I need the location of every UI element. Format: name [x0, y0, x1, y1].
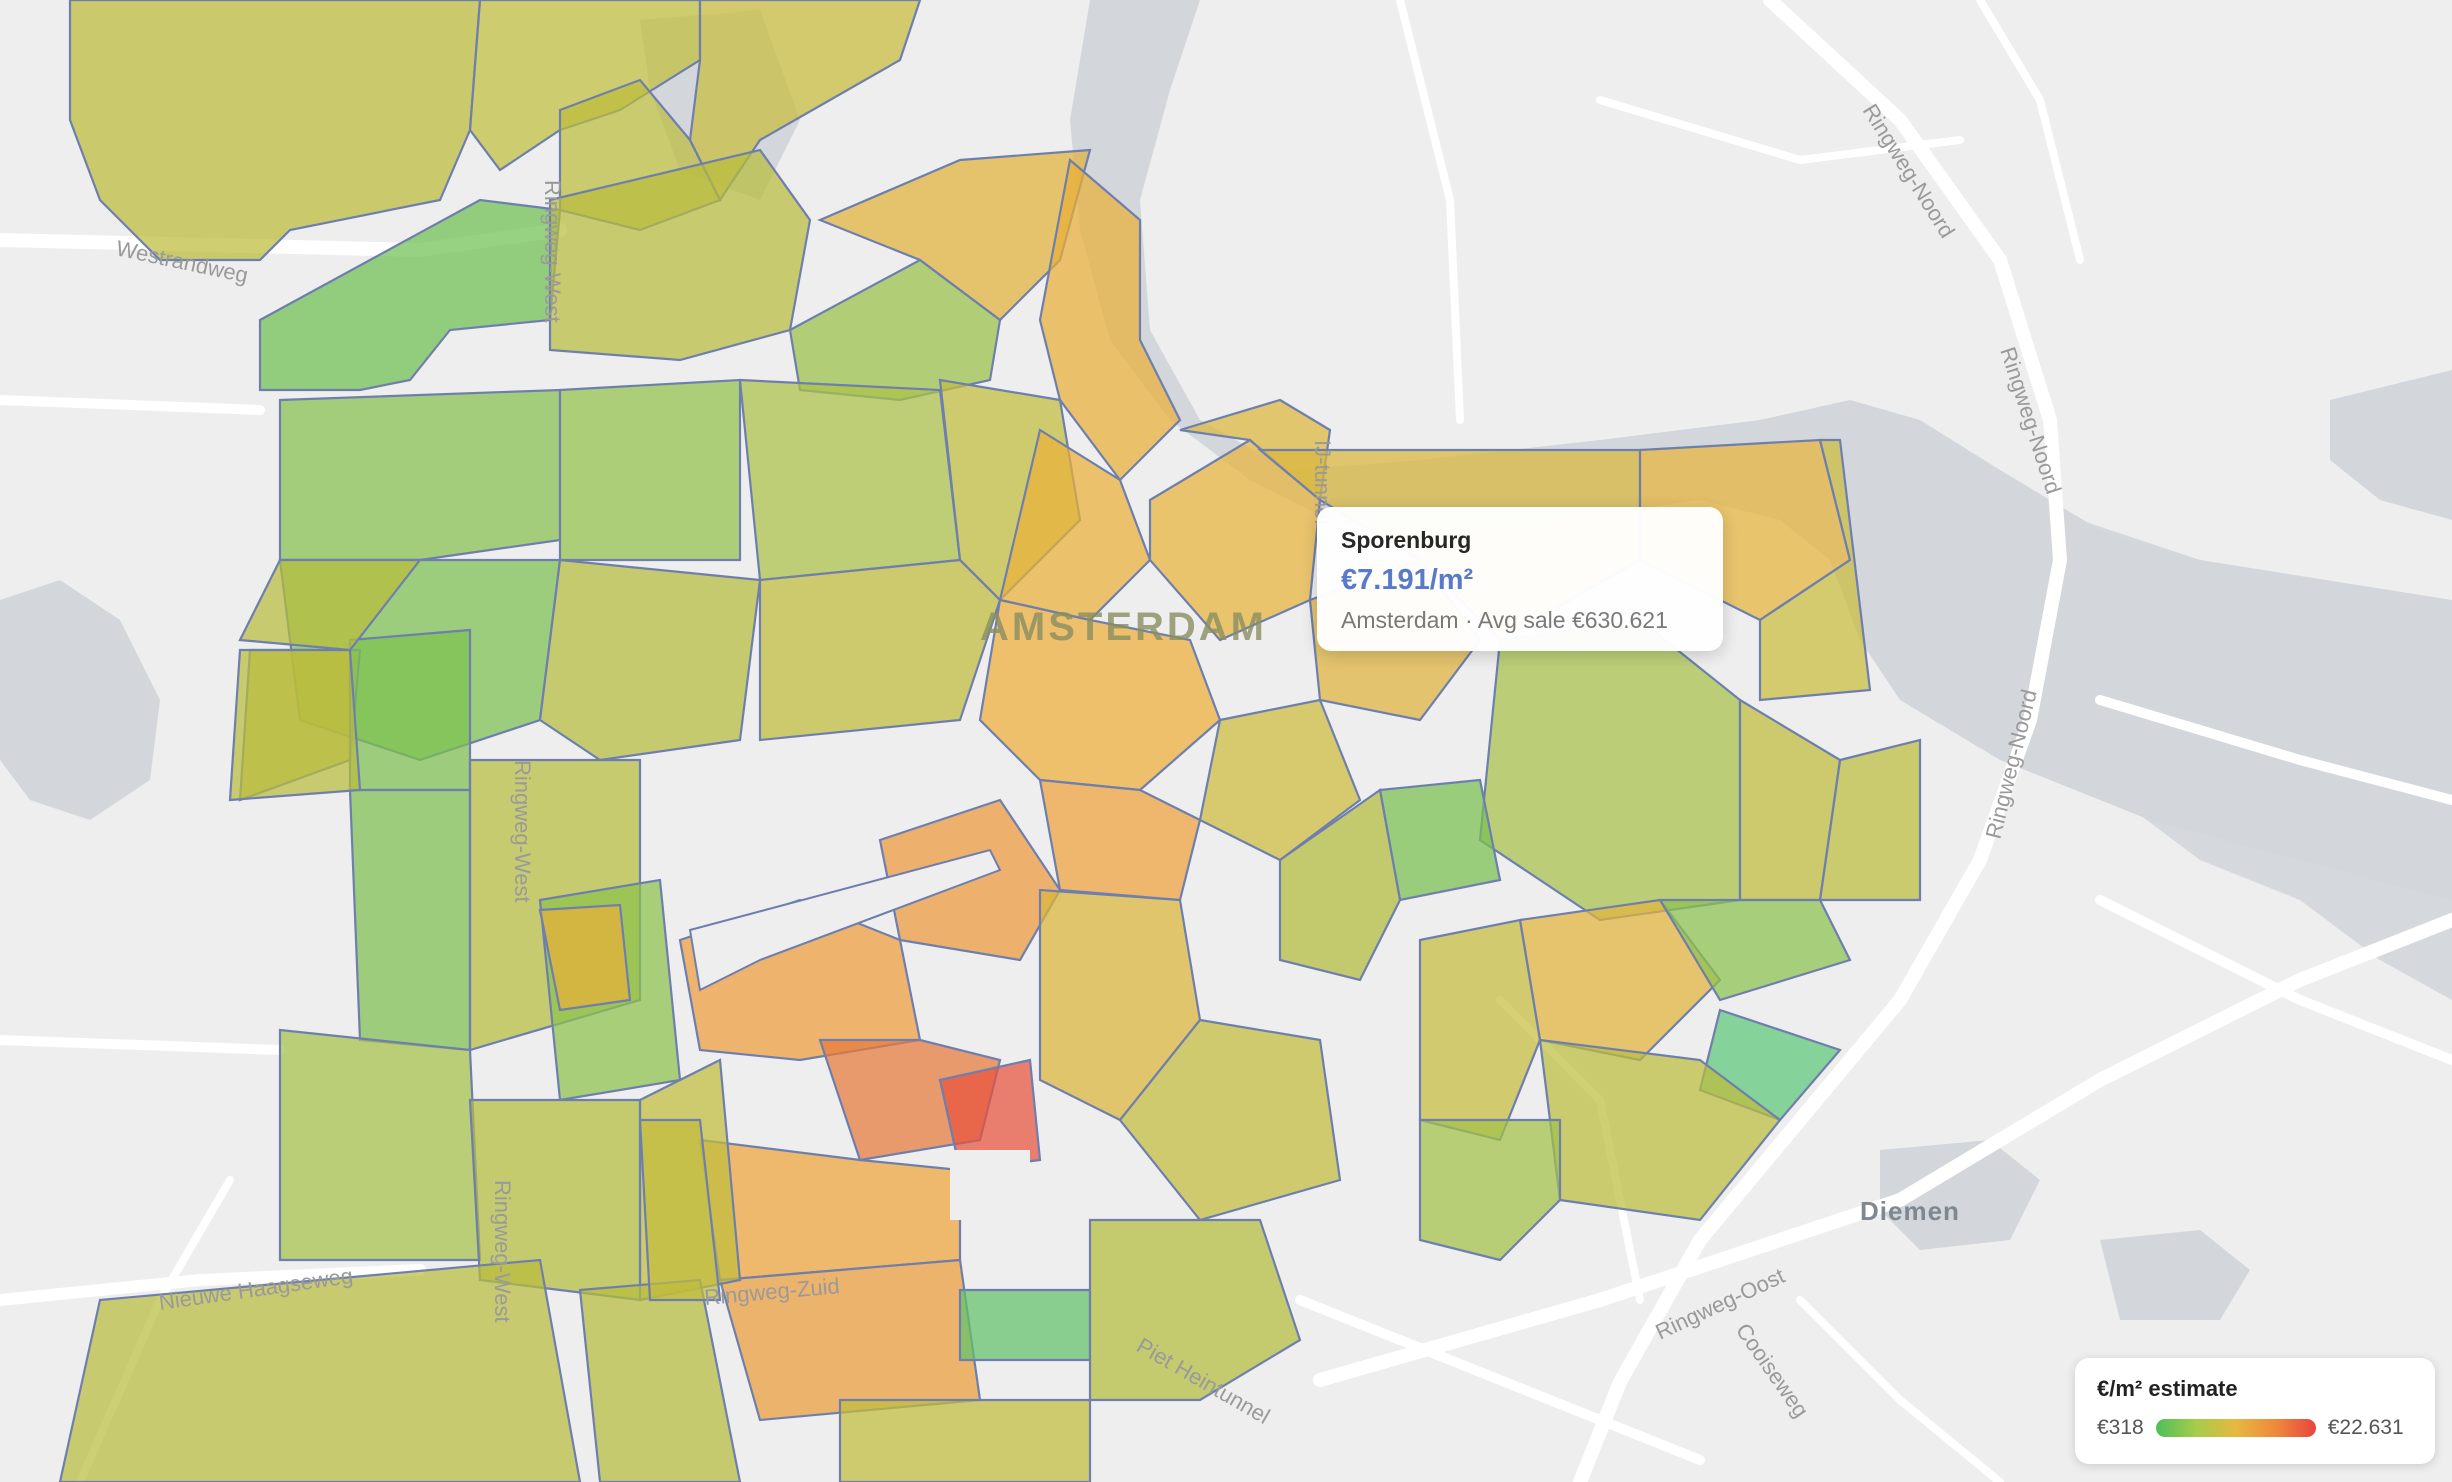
- hood-slotervaart[interactable]: [538, 558, 762, 762]
- hood-osdorp-zuid[interactable]: [278, 1028, 482, 1262]
- map-view[interactable]: AMSTERDAM Diemen Westrandweg Ringweg-Wes…: [0, 0, 2452, 1482]
- legend-title: €/m² estimate: [2097, 1376, 2238, 1401]
- town-label-diemen: Diemen: [1860, 1196, 1960, 1226]
- map-legend: €/m² estimate €318 €22.631: [2075, 1358, 2435, 1464]
- road-label-ringweg-west-north: Ringweg-West: [540, 180, 565, 323]
- hood-de-baarsjes[interactable]: [558, 378, 742, 562]
- legend-min-label: €318: [2097, 1416, 2144, 1439]
- legend-max-label: €22.631: [2327, 1416, 2404, 1439]
- legend-scale: €318 €22.631: [2097, 1416, 2413, 1440]
- neighborhood-tooltip: Sporenburg €7.191/m² Amsterdam · Avg sal…: [1317, 507, 1723, 651]
- tooltip-detail: Amsterdam · Avg sale €630.621: [1341, 607, 1668, 633]
- city-label: AMSTERDAM: [980, 605, 1267, 649]
- road-label-ringweg-west-south: Ringweg-West: [490, 1180, 515, 1323]
- hood-bos-en-lommer[interactable]: [278, 388, 562, 562]
- tooltip-price-per-m2: €7.191/m²: [1341, 564, 1474, 596]
- hood-oud-west[interactable]: [738, 378, 962, 582]
- road-label-ringweg-west: Ringweg-West: [510, 760, 535, 903]
- hood-osdorp[interactable]: [348, 788, 472, 1052]
- hood-buitenveldert-zuid[interactable]: [838, 1398, 1092, 1482]
- hood-sloterplas[interactable]: [228, 648, 362, 802]
- hood-osdorp-noord[interactable]: [348, 628, 472, 792]
- choropleth-map[interactable]: AMSTERDAM Diemen Westrandweg Ringweg-Wes…: [0, 0, 2452, 1482]
- legend-gradient-bar: [2155, 1419, 2316, 1437]
- tooltip-neighborhood-name: Sporenburg: [1341, 527, 1472, 553]
- hood-buitenveldert[interactable]: [958, 1288, 1092, 1362]
- hood-oosterpark[interactable]: [1378, 778, 1502, 902]
